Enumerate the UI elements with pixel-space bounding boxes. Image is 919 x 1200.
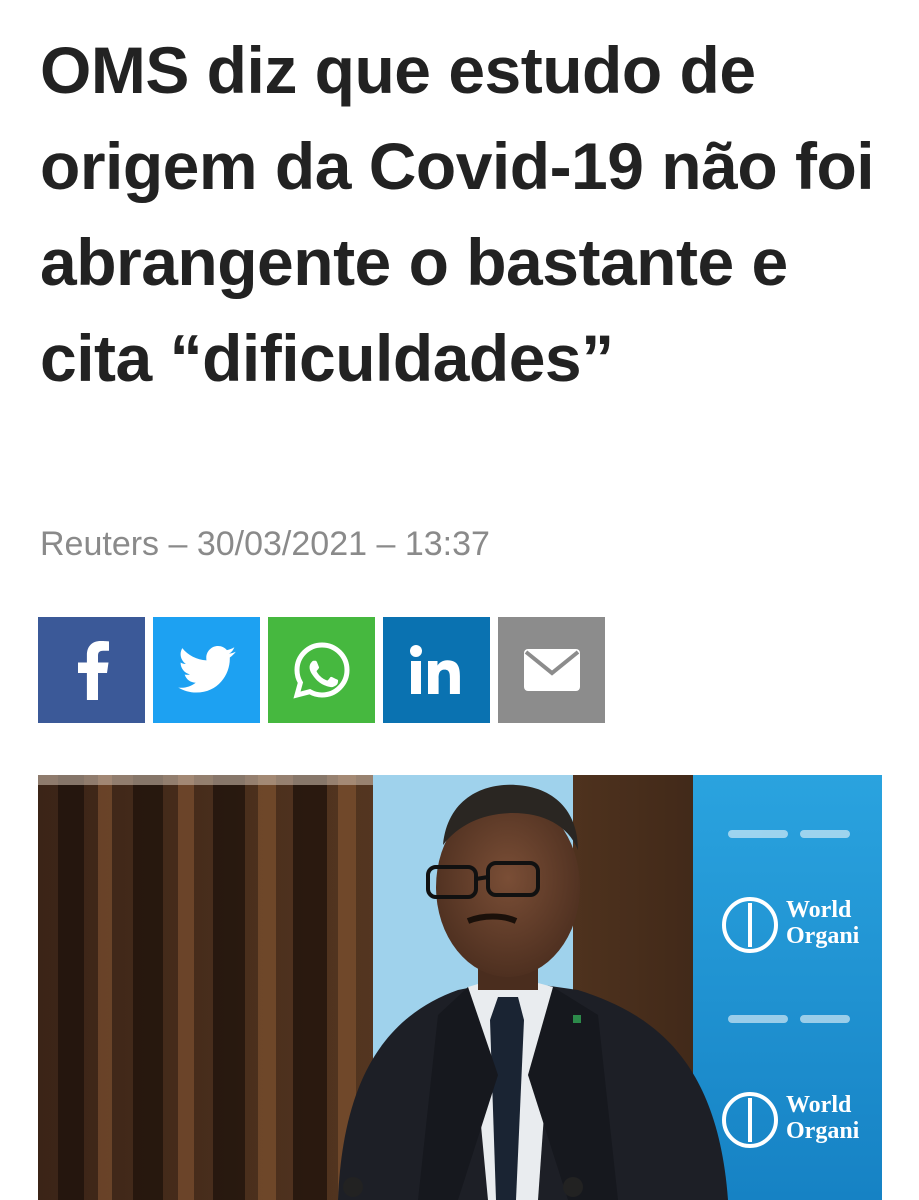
facebook-icon [72, 640, 112, 700]
article-meta: Reuters – 30/03/2021 – 13:37 [40, 525, 490, 563]
photo-illustration: World Organi World Organi [38, 775, 882, 1200]
share-email-button[interactable] [498, 617, 605, 723]
who-backdrop-text: World [786, 897, 852, 923]
whatsapp-icon [292, 640, 352, 700]
article: OMS diz que estudo de origem da Covid-19… [0, 0, 919, 1200]
who-backdrop-text: World [786, 1092, 852, 1118]
article-photo: World Organi World Organi [38, 775, 882, 1200]
share-twitter-button[interactable] [153, 617, 260, 723]
who-backdrop-text: Organi [786, 1118, 860, 1144]
twitter-icon [177, 646, 236, 694]
share-linkedin-button[interactable] [383, 617, 490, 723]
share-facebook-button[interactable] [38, 617, 145, 723]
who-backdrop-text: Organi [786, 923, 860, 949]
envelope-icon [523, 649, 580, 691]
share-whatsapp-button[interactable] [268, 617, 375, 723]
linkedin-icon [407, 644, 467, 696]
headline: OMS diz que estudo de origem da Covid-19… [40, 33, 875, 395]
